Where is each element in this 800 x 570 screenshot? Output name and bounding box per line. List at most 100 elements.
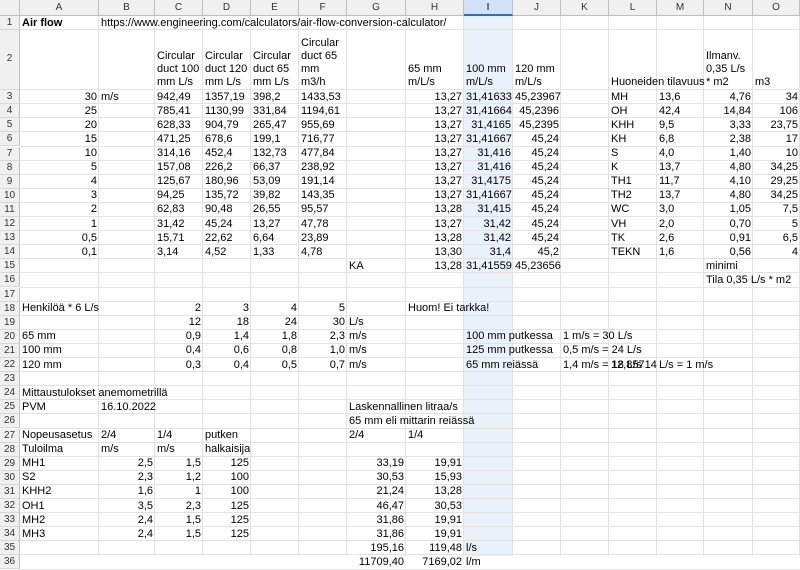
cell-a31[interactable]: KHH2 <box>20 485 53 498</box>
row-header-14[interactable]: 14 <box>0 245 20 260</box>
cell-d9[interactable]: 180,96 <box>203 175 241 188</box>
cell-k20[interactable]: 1 m/s = 30 L/s <box>561 330 634 343</box>
cell-i5[interactable]: 31,4165 <box>464 119 513 132</box>
cell-b27[interactable]: 2/4 <box>99 429 118 442</box>
cell-g33[interactable]: 31,86 <box>347 514 406 527</box>
cell-n9[interactable]: 4,10 <box>704 175 753 188</box>
cell-g26[interactable]: 65 mm eli mittarin reiässä <box>347 415 476 428</box>
cell-i2[interactable]: 100 mm m/L/s <box>464 30 513 90</box>
cell-h14[interactable]: 13,30 <box>406 246 464 259</box>
cell-c2[interactable]: Circular duct 100 mm L/s <box>155 30 203 90</box>
cell-f2[interactable]: Circular duct 65 mm m3/h <box>299 30 347 90</box>
cell-d7[interactable]: 452,4 <box>203 147 235 160</box>
cell-m5[interactable]: 9,5 <box>657 119 676 132</box>
cell-e19[interactable]: 24 <box>251 316 299 329</box>
cell-n7[interactable]: 1,40 <box>704 147 753 160</box>
cell-b1[interactable]: https://www.engineering.com/calculators/… <box>99 17 448 30</box>
cell-d10[interactable]: 135,72 <box>203 189 241 202</box>
cell-d20[interactable]: 1,4 <box>203 330 251 343</box>
cell-d29[interactable]: 125 <box>203 457 251 470</box>
cell-e21[interactable]: 0,8 <box>251 344 299 357</box>
cell-l3[interactable]: MH <box>609 91 630 104</box>
cell-h12[interactable]: 13,27 <box>406 218 464 231</box>
row-header-2[interactable]: 2 <box>0 30 20 91</box>
cell-a21[interactable]: 100 mm <box>20 344 64 357</box>
cell-o14[interactable]: 4 <box>753 246 800 259</box>
select-all-corner[interactable] <box>0 0 20 16</box>
cell-a30[interactable]: S2 <box>20 471 37 484</box>
cell-a11[interactable]: 2 <box>20 203 99 216</box>
cell-f11[interactable]: 95,57 <box>299 203 331 216</box>
cell-a7[interactable]: 10 <box>20 147 99 160</box>
cell-h18[interactable]: Huom! Ei tarkka! <box>406 302 491 315</box>
cell-a14[interactable]: 0,1 <box>20 246 99 259</box>
cell-c3[interactable]: 942,49 <box>155 91 193 104</box>
cell-a33[interactable]: MH2 <box>20 514 47 527</box>
cell-o6[interactable]: 17 <box>753 133 800 146</box>
column-header-h[interactable]: H <box>406 0 464 16</box>
cell-e13[interactable]: 6,64 <box>251 232 276 245</box>
cell-m9[interactable]: 11,7 <box>657 175 682 188</box>
cell-a22[interactable]: 120 mm <box>20 359 64 372</box>
cell-h2[interactable]: 65 mm m/L/s <box>406 30 464 90</box>
column-header-d[interactable]: D <box>203 0 251 16</box>
cell-h36[interactable]: 7169,02 <box>406 556 464 569</box>
cell-j12[interactable]: 45,24 <box>513 218 561 231</box>
cell-b25[interactable]: 16.10.2022 <box>99 401 158 414</box>
cell-i6[interactable]: 31,41667 <box>464 133 513 146</box>
cell-e12[interactable]: 13,27 <box>251 218 283 231</box>
cell-d34[interactable]: 125 <box>203 528 251 541</box>
cell-g20[interactable]: m/s <box>347 330 369 343</box>
column-header-a[interactable]: A <box>20 0 99 16</box>
row-header-35[interactable]: 35 <box>0 541 20 556</box>
cell-f6[interactable]: 716,77 <box>299 133 337 146</box>
cell-f13[interactable]: 23,89 <box>299 232 331 245</box>
cell-d12[interactable]: 45,24 <box>203 218 235 231</box>
cell-j9[interactable]: 45,24 <box>513 175 561 188</box>
cell-n11[interactable]: 1,05 <box>704 203 753 216</box>
row-header-25[interactable]: 25 <box>0 400 20 415</box>
cell-n12[interactable]: 0,70 <box>704 218 753 231</box>
cell-n14[interactable]: 0,56 <box>704 246 753 259</box>
cell-n5[interactable]: 3,33 <box>704 119 753 132</box>
row-header-7[interactable]: 7 <box>0 146 20 161</box>
cell-i8[interactable]: 31,416 <box>464 161 513 174</box>
column-header-e[interactable]: E <box>251 0 299 16</box>
column-header-l[interactable]: L <box>609 0 657 16</box>
row-header-5[interactable]: 5 <box>0 118 20 133</box>
cell-e4[interactable]: 331,84 <box>251 105 289 118</box>
cell-j8[interactable]: 45,24 <box>513 161 561 174</box>
cell-j10[interactable]: 45,24 <box>513 189 561 202</box>
row-header-32[interactable]: 32 <box>0 499 20 514</box>
cell-m7[interactable]: 4,0 <box>657 147 676 160</box>
column-header-c[interactable]: C <box>155 0 203 16</box>
cell-c12[interactable]: 31,42 <box>155 218 187 231</box>
cell-d32[interactable]: 125 <box>203 500 251 513</box>
cell-f19[interactable]: 30 <box>299 316 347 329</box>
cell-j15[interactable]: 45,23656 <box>513 260 561 273</box>
cell-a20[interactable]: 65 mm <box>20 330 58 343</box>
cell-l5[interactable]: KHH <box>609 119 636 132</box>
cell-m22[interactable]: L/s = 1 m/s <box>657 359 715 372</box>
cell-b3[interactable]: m/s <box>99 91 121 104</box>
cell-d22[interactable]: 0,4 <box>203 359 251 372</box>
cell-a27[interactable]: Nopeusasetus <box>20 429 94 442</box>
cell-n6[interactable]: 2,38 <box>704 133 753 146</box>
cell-o5[interactable]: 23,75 <box>753 119 800 132</box>
cell-c6[interactable]: 471,25 <box>155 133 193 146</box>
row-header-11[interactable]: 11 <box>0 202 20 217</box>
cell-c32[interactable]: 2,3 <box>155 500 203 513</box>
cell-c33[interactable]: 1,5 <box>155 514 203 527</box>
cell-c30[interactable]: 1,2 <box>155 471 203 484</box>
cell-a32[interactable]: OH1 <box>20 500 47 513</box>
cell-l14[interactable]: TEKN <box>609 246 642 259</box>
row-header-6[interactable]: 6 <box>0 132 20 147</box>
cell-i15[interactable]: 31,41559 <box>464 260 513 273</box>
cell-f4[interactable]: 1194,61 <box>299 105 342 118</box>
cell-j6[interactable]: 45,24 <box>513 133 561 146</box>
cell-l13[interactable]: TK <box>609 232 627 245</box>
cell-e20[interactable]: 1,8 <box>251 330 299 343</box>
cell-f12[interactable]: 47,78 <box>299 218 331 231</box>
cell-f18[interactable]: 5 <box>299 302 347 315</box>
row-header-3[interactable]: 3 <box>0 90 20 105</box>
